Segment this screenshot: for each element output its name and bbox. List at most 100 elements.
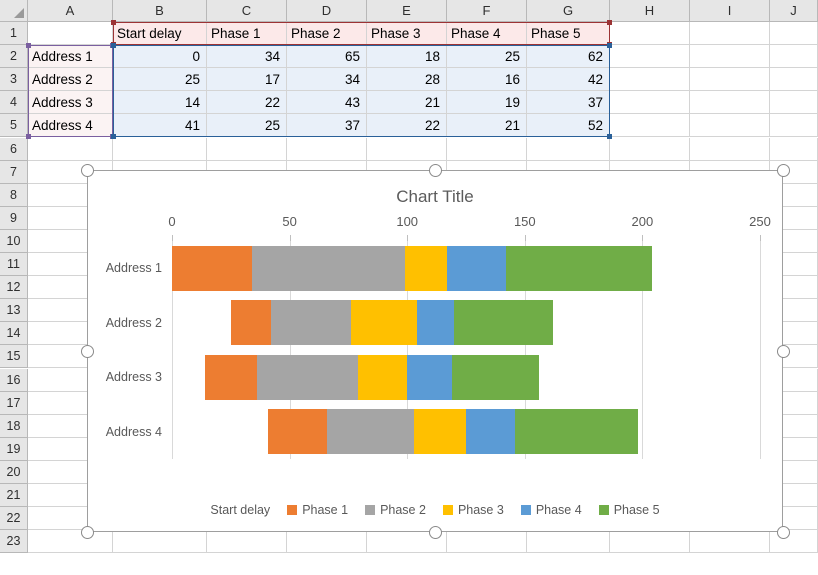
cell-C3[interactable]: 17 xyxy=(207,68,287,92)
chart-bar-segment[interactable] xyxy=(414,409,466,455)
chart-bar-segment[interactable] xyxy=(204,354,257,400)
chart-bar-segment[interactable] xyxy=(454,300,554,346)
chart-legend[interactable]: Start delay Phase 1 Phase 2 Phase 3 Phase 4 P… xyxy=(88,503,782,517)
cell-B3[interactable]: 25 xyxy=(113,68,207,92)
row-header-2[interactable]: 2 xyxy=(0,45,28,69)
chart-bar-segment[interactable] xyxy=(230,300,271,346)
cell-F1[interactable]: Phase 4 xyxy=(447,22,527,46)
chart-bar-segment[interactable] xyxy=(327,409,415,455)
column-header-j[interactable]: J xyxy=(770,0,818,22)
chart-bar-segment[interactable] xyxy=(451,354,539,400)
cell-D3[interactable]: 34 xyxy=(287,68,367,92)
cell-F6[interactable] xyxy=(447,137,527,161)
chart-bar-segment[interactable] xyxy=(404,245,448,291)
chart-bar-segment[interactable] xyxy=(172,245,252,291)
column-header-i[interactable]: I xyxy=(690,0,770,22)
row-header-3[interactable]: 3 xyxy=(0,68,28,92)
column-header-a[interactable]: A xyxy=(28,0,113,22)
chart-resize-handle-bottom-right[interactable] xyxy=(776,525,790,539)
chart-legend-item[interactable]: Phase 5 xyxy=(598,503,660,517)
cell-B2[interactable]: 0 xyxy=(113,45,207,69)
cell-G3[interactable]: 42 xyxy=(527,68,610,92)
row-header-12[interactable]: 12 xyxy=(0,276,28,300)
chart-bar-segment[interactable] xyxy=(416,300,455,346)
chart-object[interactable]: Chart Title 0 50 100 150 200 250 Address 1 Addr… xyxy=(87,170,783,532)
cell-F3[interactable]: 16 xyxy=(447,68,527,92)
chart-bar-segment[interactable] xyxy=(268,409,328,455)
cell-B23[interactable] xyxy=(113,530,207,554)
row-header-14[interactable]: 14 xyxy=(0,322,28,346)
cell-C4[interactable]: 22 xyxy=(207,91,287,115)
column-header-f[interactable]: F xyxy=(447,0,527,22)
chart-resize-handle-top-left[interactable] xyxy=(80,163,94,177)
chart-bar-segment[interactable] xyxy=(251,245,405,291)
chart-resize-handle-middle-right[interactable] xyxy=(776,344,790,358)
cell-J4[interactable] xyxy=(770,91,818,115)
cell-G2[interactable]: 62 xyxy=(527,45,610,69)
cell-A4[interactable]: Address 3 xyxy=(28,91,113,115)
cell-I5[interactable] xyxy=(690,114,770,138)
chart-bar-segment[interactable] xyxy=(466,409,516,455)
column-header-d[interactable]: D xyxy=(287,0,367,22)
cell-H1[interactable] xyxy=(610,22,690,46)
cell-E3[interactable]: 28 xyxy=(367,68,447,92)
cell-A3[interactable]: Address 2 xyxy=(28,68,113,92)
cell-A23[interactable] xyxy=(28,530,113,554)
cell-G4[interactable]: 37 xyxy=(527,91,610,115)
chart-legend-item[interactable]: Phase 1 xyxy=(287,503,348,517)
chart-resize-handle-top-center[interactable] xyxy=(428,163,442,177)
row-header-1[interactable]: 1 xyxy=(0,22,28,46)
chart-plot-area[interactable]: 0 50 100 150 200 250 Address 1 Address 2 Address… xyxy=(106,214,771,459)
chart-legend-item[interactable]: Phase 2 xyxy=(365,503,426,517)
cell-I4[interactable] xyxy=(690,91,770,115)
column-header-c[interactable]: C xyxy=(207,0,287,22)
cell-I6[interactable] xyxy=(690,137,770,161)
column-header-b[interactable]: B xyxy=(113,0,207,22)
cell-A2[interactable]: Address 1 xyxy=(28,45,113,69)
row-header-8[interactable]: 8 xyxy=(0,183,28,207)
chart-resize-handle-bottom-left[interactable] xyxy=(80,525,94,539)
cell-D5[interactable]: 37 xyxy=(287,114,367,138)
chart-legend-item[interactable]: Start delay xyxy=(210,503,270,517)
cell-C5[interactable]: 25 xyxy=(207,114,287,138)
chart-resize-handle-top-right[interactable] xyxy=(776,163,790,177)
chart-bar-segment[interactable] xyxy=(350,300,417,346)
chart-legend-item[interactable]: Phase 4 xyxy=(520,503,582,517)
row-header-18[interactable]: 18 xyxy=(0,414,28,438)
cell-J6[interactable] xyxy=(770,137,818,161)
cell-A5[interactable]: Address 4 xyxy=(28,114,113,138)
cell-I1[interactable] xyxy=(690,22,770,46)
cell-B6[interactable] xyxy=(113,137,207,161)
row-header-6[interactable]: 6 xyxy=(0,137,28,161)
cell-D4[interactable]: 43 xyxy=(287,91,367,115)
cell-G6[interactable] xyxy=(527,137,610,161)
cell-I2[interactable] xyxy=(690,45,770,69)
chart-resize-handle-middle-left[interactable] xyxy=(80,344,94,358)
cell-E6[interactable] xyxy=(367,137,447,161)
cell-G1[interactable]: Phase 5 xyxy=(527,22,610,46)
row-header-23[interactable]: 23 xyxy=(0,530,28,554)
cell-E5[interactable]: 22 xyxy=(367,114,447,138)
cell-C2[interactable]: 34 xyxy=(207,45,287,69)
cell-H3[interactable] xyxy=(610,68,690,92)
cell-B4[interactable]: 14 xyxy=(113,91,207,115)
cell-I3[interactable] xyxy=(690,68,770,92)
cell-E2[interactable]: 18 xyxy=(367,45,447,69)
cell-E4[interactable]: 21 xyxy=(367,91,447,115)
row-header-17[interactable]: 17 xyxy=(0,391,28,415)
row-header-22[interactable]: 22 xyxy=(0,507,28,531)
cell-G23[interactable] xyxy=(527,530,610,554)
chart-bar-segment[interactable] xyxy=(172,409,268,454)
cell-D6[interactable] xyxy=(287,137,367,161)
cell-C1[interactable]: Phase 1 xyxy=(207,22,287,46)
row-header-7[interactable]: 7 xyxy=(0,160,28,184)
row-header-11[interactable]: 11 xyxy=(0,253,28,277)
cell-H2[interactable] xyxy=(610,45,690,69)
cell-H6[interactable] xyxy=(610,137,690,161)
cell-H5[interactable] xyxy=(610,114,690,138)
row-header-21[interactable]: 21 xyxy=(0,484,28,508)
row-header-5[interactable]: 5 xyxy=(0,114,28,138)
chart-bar-segment[interactable] xyxy=(172,355,205,400)
cell-A1[interactable] xyxy=(28,22,113,46)
select-all-corner[interactable] xyxy=(0,0,28,22)
